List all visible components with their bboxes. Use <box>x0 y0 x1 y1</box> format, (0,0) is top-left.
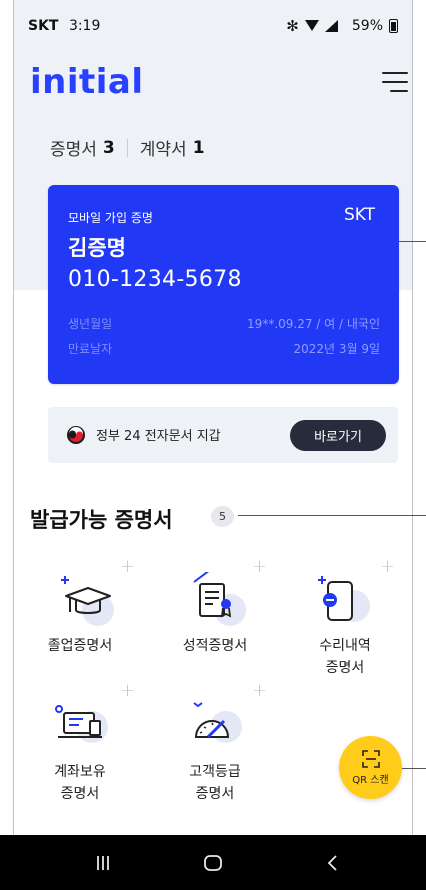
document-tabs: 증명서 3 계약서 1 <box>50 135 205 161</box>
tab-contracts[interactable]: 계약서 1 <box>139 135 205 161</box>
gov-wallet-banner: 정부 24 전자문서 지갑 바로가기 <box>48 407 398 463</box>
card-birth-label: 생년월일 <box>68 317 113 331</box>
cert-label-repair-line1: 수리내역 <box>319 638 371 654</box>
tab-certificates[interactable]: 증명서 3 <box>50 135 115 161</box>
status-bar: SKT 3:19 ✻ 59% <box>14 0 412 52</box>
cert-label-grade-line1: 고객등급 <box>189 764 241 780</box>
plus-icon: + <box>120 556 136 577</box>
go-button[interactable]: 바로가기 <box>290 420 386 451</box>
certificate-card[interactable]: 모바일 가입 증명 SKT 김증명 010-1234-5678 생년월일 19*… <box>48 185 399 384</box>
tab-divider <box>126 138 128 157</box>
cert-label-repair-line2: 증명서 <box>325 660 365 676</box>
plus-icon: + <box>252 556 268 577</box>
cert-label-grade-line2: 증명서 <box>195 786 235 802</box>
qr-scan-icon <box>361 749 380 768</box>
laptop-account-icon <box>55 705 108 743</box>
cert-label-grades: 성적증명서 <box>182 638 248 654</box>
carrier-name: SKT <box>28 18 59 34</box>
card-birth-row: 생년월일 19**.09.27 / 여 / 내국인 <box>68 315 380 332</box>
system-nav-bar <box>0 835 426 890</box>
frame-border-left <box>13 0 14 835</box>
back-icon[interactable] <box>293 835 373 890</box>
plus-icon: + <box>252 680 268 701</box>
section-title: 발급가능 증명서 <box>30 508 173 532</box>
card-expiry-label: 만료날자 <box>68 342 113 356</box>
tab-certificates-count: 3 <box>102 137 115 158</box>
annotation-line-section <box>238 515 426 516</box>
plus-icon: + <box>380 556 396 577</box>
app-logo: initial <box>30 62 144 102</box>
report-card-icon <box>193 572 246 626</box>
card-birth-value: 19**.09.27 / 여 / 내국인 <box>247 317 380 331</box>
wifi-icon <box>304 20 319 31</box>
tab-certificates-label: 증명서 <box>50 140 97 160</box>
tab-contracts-count: 1 <box>192 137 205 158</box>
cert-label-graduation: 졸업증명서 <box>47 638 113 654</box>
cert-label-account-line2: 증명서 <box>60 786 100 802</box>
status-left: SKT 3:19 <box>28 18 100 34</box>
battery-icon <box>389 19 398 33</box>
annotation-line-fab <box>402 768 426 769</box>
korea-taeguk-icon <box>67 426 85 444</box>
signal-icon <box>324 20 338 32</box>
card-expiry-row: 만료날자 2022년 3월 9일 <box>68 340 380 357</box>
card-phone-number: 010-1234-5678 <box>68 267 242 292</box>
card-holder-name: 김증명 <box>68 236 126 260</box>
frame-border-right <box>412 0 413 835</box>
bluetooth-icon: ✻ <box>286 17 299 35</box>
status-right: ✻ 59% <box>286 17 398 35</box>
annotation-line-card <box>399 241 426 242</box>
home-icon[interactable] <box>173 835 253 890</box>
clock: 3:19 <box>68 18 101 34</box>
graduation-cap-icon <box>61 576 114 626</box>
app-header: initial <box>30 62 410 104</box>
gov-wallet-text: 정부 24 전자문서 지갑 <box>96 429 221 444</box>
qr-scan-label: QR 스캔 <box>352 774 389 786</box>
phone-repair-icon <box>318 576 370 622</box>
cert-label-account-line1: 계좌보유 <box>54 764 106 780</box>
hamburger-menu-icon[interactable] <box>382 72 408 94</box>
section-count-badge: 5 <box>211 506 234 527</box>
qr-scan-button[interactable]: QR 스캔 <box>339 736 402 799</box>
recent-apps-icon[interactable] <box>63 835 143 890</box>
card-type: 모바일 가입 증명 <box>68 211 153 225</box>
battery-percent: 59% <box>351 18 383 34</box>
plus-icon: + <box>120 680 136 701</box>
tab-contracts-label: 계약서 <box>139 140 187 160</box>
card-carrier: SKT <box>343 205 375 225</box>
card-expiry-value: 2022년 3월 9일 <box>293 342 380 356</box>
gauge-icon <box>193 702 242 743</box>
